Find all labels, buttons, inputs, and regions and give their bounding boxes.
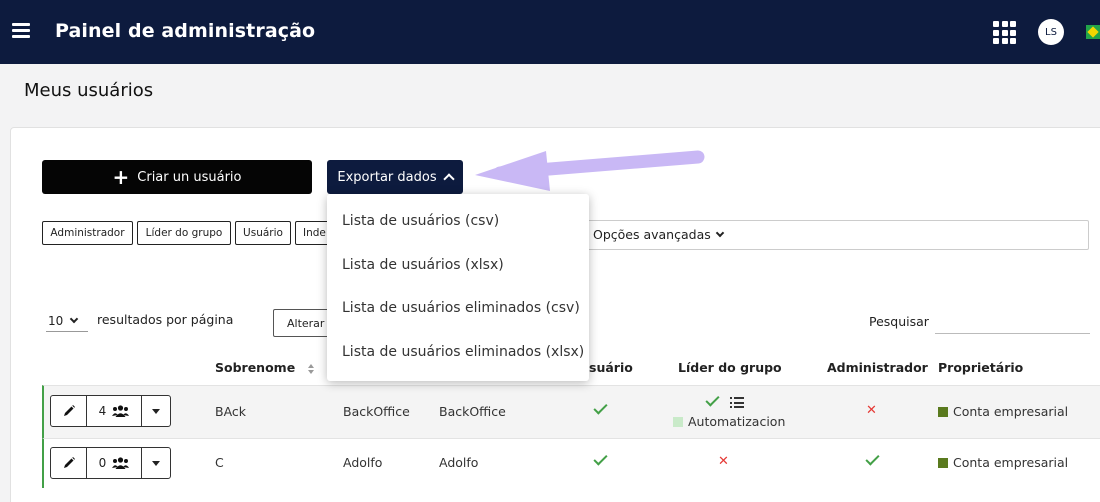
annotation-arrow-icon: [475, 150, 705, 191]
sort-icon[interactable]: [307, 363, 314, 374]
cell-username: Adolfo: [439, 455, 479, 470]
filter-lider-do-grupo[interactable]: Líder do grupo: [137, 221, 231, 245]
pencil-icon: [63, 405, 75, 416]
owner-color-swatch: [938, 406, 948, 417]
owner-chip: Conta empresarial: [938, 404, 1068, 419]
cell-surname: BAck: [215, 404, 247, 419]
cell-first-name: Adolfo: [343, 455, 383, 470]
groups-count: 0: [98, 456, 107, 470]
hamburger-menu-icon[interactable]: [12, 23, 30, 39]
search-label: Pesquisar: [869, 314, 929, 329]
owner-name: Conta empresarial: [953, 455, 1069, 470]
per-page-select[interactable]: 10: [46, 310, 88, 332]
app-title: Painel de administração: [55, 20, 316, 42]
apps-grid-icon[interactable]: [993, 21, 1017, 44]
cross-icon: ✕: [866, 403, 877, 418]
per-page-label: resultados por página: [97, 312, 234, 327]
column-header-user: suário: [589, 360, 633, 375]
groups-count: 4: [98, 404, 107, 418]
owner-name: Conta empresarial: [953, 404, 1069, 419]
top-header: Painel de administração LS: [0, 0, 1100, 64]
brazil-flag-icon[interactable]: [1086, 25, 1100, 39]
menu-item-users-xlsx[interactable]: Lista de usuários (xlsx): [342, 257, 504, 273]
column-header-surname[interactable]: Sobrenome: [215, 360, 314, 375]
column-header-administrator: Administrador: [827, 360, 928, 375]
edit-button[interactable]: [51, 448, 87, 478]
create-user-label: Criar un usuário: [137, 169, 242, 185]
cell-surname: C: [215, 455, 224, 470]
per-page-value: 10: [48, 313, 64, 328]
export-data-button[interactable]: Exportar dados: [327, 160, 463, 194]
group-name: Automatizacion: [688, 414, 786, 429]
groups-count-button[interactable]: 4: [87, 396, 142, 426]
search-input[interactable]: [935, 308, 1090, 334]
group-chip: Automatizacion: [673, 414, 785, 429]
advanced-options-toggle[interactable]: Opções avançadas: [593, 227, 724, 242]
filter-usuario[interactable]: Usuário: [235, 221, 291, 245]
menu-item-deleted-users-csv[interactable]: Lista de usuários eliminados (csv): [342, 300, 580, 316]
pencil-icon: [63, 457, 75, 468]
export-dropdown-menu: Lista de usuários (csv) Lista de usuário…: [327, 194, 589, 381]
plus-icon: +: [112, 165, 130, 189]
chevron-up-icon: [442, 173, 455, 185]
owner-chip: Conta empresarial: [938, 455, 1068, 470]
export-data-label: Exportar dados: [337, 169, 437, 185]
filter-administrador[interactable]: Administrador: [42, 221, 133, 245]
group-color-swatch: [673, 416, 683, 427]
avatar[interactable]: LS: [1038, 19, 1064, 45]
chevron-down-icon: [70, 314, 79, 324]
edit-button[interactable]: [51, 396, 87, 426]
row-dropdown-button[interactable]: [142, 448, 170, 478]
users-group-icon: [112, 405, 130, 417]
menu-item-deleted-users-xlsx[interactable]: Lista de usuários eliminados (xlsx): [342, 344, 584, 360]
row-actions-group: 0: [50, 447, 171, 479]
page-title: Meus usuários: [24, 80, 154, 101]
groups-count-button[interactable]: 0: [87, 448, 142, 478]
menu-item-users-csv[interactable]: Lista de usuários (csv): [342, 213, 499, 229]
row-dropdown-button[interactable]: [142, 396, 170, 426]
filter-inde[interactable]: Inde: [295, 221, 329, 245]
alter-button[interactable]: Alterar c: [273, 309, 333, 337]
cell-username: BackOffice: [439, 404, 506, 419]
owner-color-swatch: [938, 457, 948, 468]
cell-first-name: BackOffice: [343, 404, 410, 419]
column-header-owner: Proprietário: [938, 360, 1024, 375]
caret-down-icon: [152, 408, 160, 414]
chevron-down-icon: [715, 228, 724, 238]
cross-icon: ✕: [718, 454, 729, 469]
column-header-surname-label: Sobrenome: [215, 360, 296, 375]
create-user-button[interactable]: + Criar un usuário: [42, 160, 312, 194]
list-icon[interactable]: [730, 397, 744, 411]
column-header-group-leader: Líder do grupo: [678, 360, 782, 375]
advanced-options-label: Opções avançadas: [593, 227, 711, 242]
row-actions-group: 4: [50, 395, 171, 427]
caret-down-icon: [152, 460, 160, 466]
users-group-icon: [112, 457, 130, 469]
